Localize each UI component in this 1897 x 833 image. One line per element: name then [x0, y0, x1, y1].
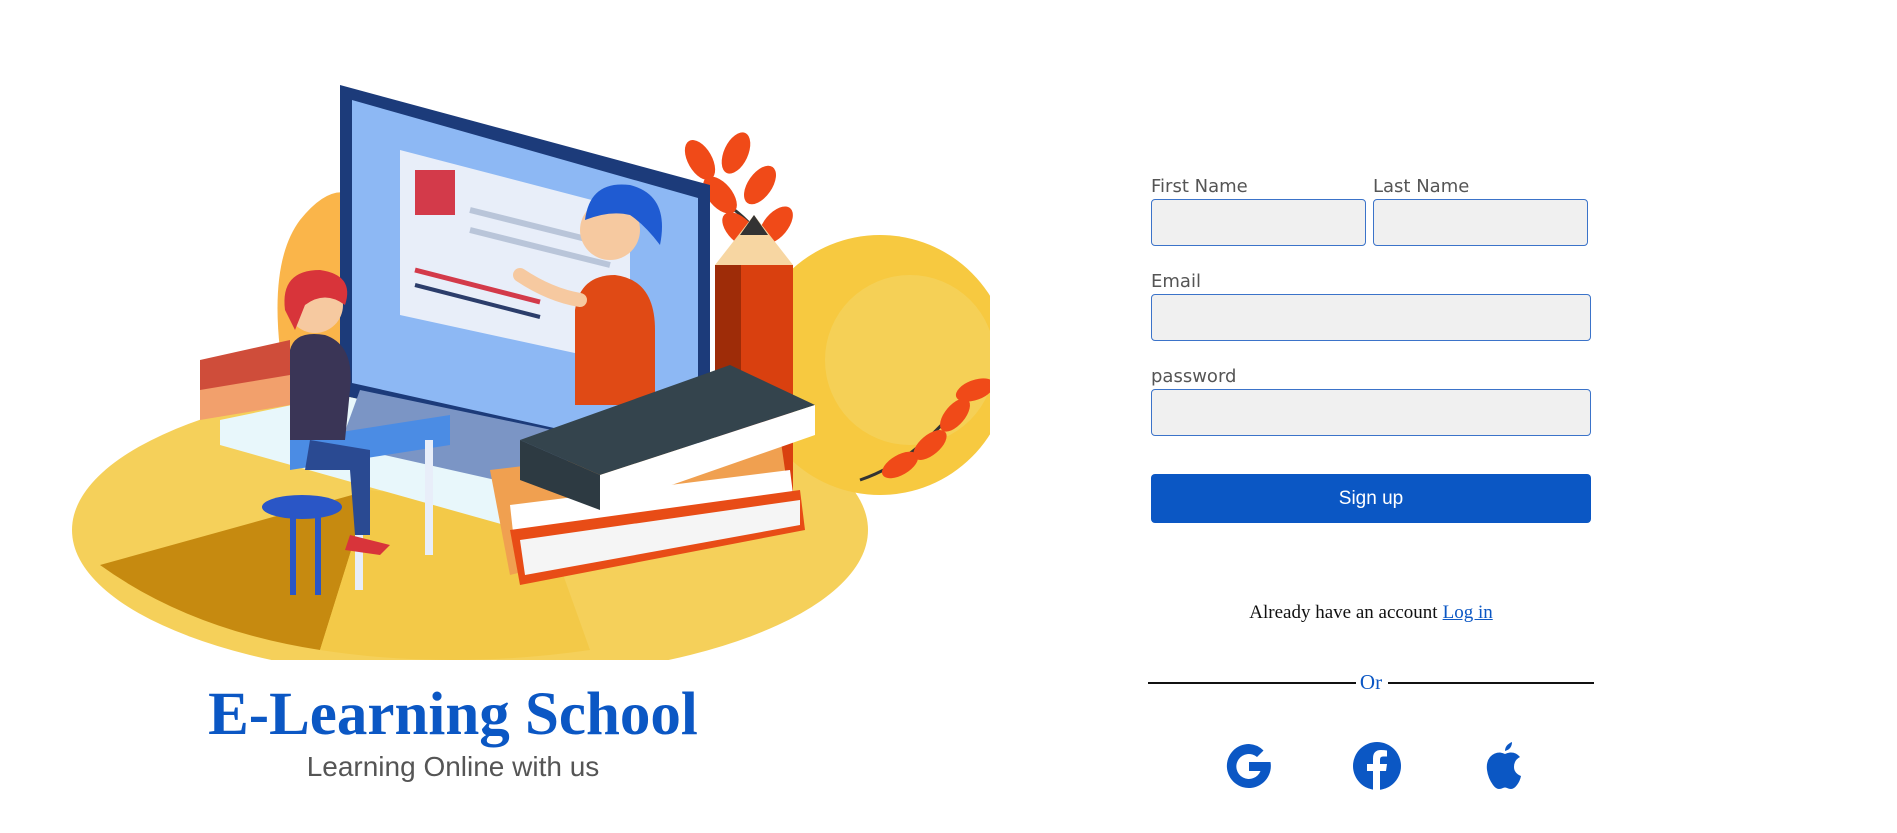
- account-prompt-text: Already have an account: [1249, 602, 1438, 623]
- or-divider: Or: [1148, 670, 1594, 694]
- login-link[interactable]: Log in: [1443, 602, 1493, 623]
- last-name-group: Last Name: [1373, 176, 1588, 246]
- last-name-input[interactable]: [1373, 199, 1588, 246]
- name-row: First Name Last Name: [1151, 176, 1591, 246]
- signup-form: First Name Last Name Email password Sign…: [1151, 176, 1591, 523]
- email-input[interactable]: [1151, 294, 1591, 341]
- brand-block: E-Learning School Learning Online with u…: [0, 680, 906, 784]
- first-name-label: First Name: [1151, 176, 1248, 197]
- password-input[interactable]: [1151, 389, 1591, 436]
- facebook-login-button[interactable]: [1351, 740, 1403, 792]
- password-label: password: [1151, 366, 1237, 387]
- signup-button[interactable]: Sign up: [1151, 474, 1591, 523]
- divider-text: Or: [1359, 670, 1383, 694]
- hero-illustration: [70, 60, 1010, 680]
- email-group: Email: [1151, 271, 1591, 341]
- first-name-input[interactable]: [1151, 199, 1366, 246]
- google-login-button[interactable]: [1223, 740, 1275, 792]
- first-name-group: First Name: [1151, 176, 1366, 246]
- last-name-label: Last Name: [1373, 176, 1470, 197]
- site-title: E-Learning School: [208, 681, 698, 748]
- apple-login-button[interactable]: [1479, 740, 1531, 792]
- email-label: Email: [1151, 271, 1201, 292]
- site-subtitle: Learning Online with us: [306, 751, 600, 782]
- facebook-icon: [1353, 742, 1401, 790]
- account-prompt-row: Already have an account Log in: [1151, 602, 1591, 624]
- password-group: password: [1151, 366, 1591, 436]
- google-icon: [1226, 743, 1271, 788]
- e-learning-illustration: [72, 85, 1010, 680]
- apple-icon: [1486, 742, 1521, 789]
